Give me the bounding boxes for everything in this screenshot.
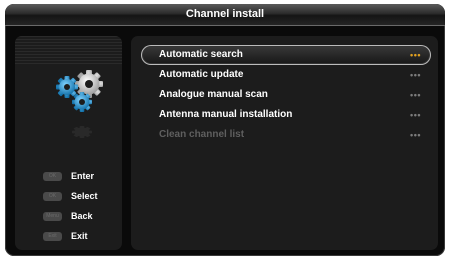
more-icon: ••• bbox=[410, 70, 421, 80]
gears-icon bbox=[56, 70, 103, 138]
menu-item-label: Analogue manual scan bbox=[159, 89, 268, 100]
menu-item-clean-channel-list: Clean channel list ••• bbox=[141, 125, 431, 145]
ok-key-icon: OK bbox=[43, 171, 62, 181]
legend-label: Back bbox=[71, 211, 93, 221]
ok-key-icon: OK bbox=[43, 191, 62, 201]
menu-item-label: Clean channel list bbox=[159, 129, 245, 140]
key-legend: OK Enter OK Select Menu Back Exit Exit bbox=[43, 166, 98, 246]
channel-install-menu: Automatic search ••• Automatic update ••… bbox=[141, 45, 431, 145]
menu-key-icon: Menu bbox=[43, 211, 62, 221]
channel-install-window: Channel install OK Enter OK Select Menu … bbox=[5, 4, 445, 256]
legend-row-exit: Exit Exit bbox=[43, 226, 98, 246]
legend-row-back: Menu Back bbox=[43, 206, 98, 226]
menu-item-label: Antenna manual installation bbox=[159, 109, 293, 120]
legend-row-enter: OK Enter bbox=[43, 166, 98, 186]
menu-item-label: Automatic update bbox=[159, 69, 244, 80]
window-title: Channel install bbox=[5, 4, 445, 26]
more-icon: ••• bbox=[410, 50, 421, 60]
legend-label: Select bbox=[71, 191, 98, 201]
legend-label: Enter bbox=[71, 171, 95, 181]
exit-key-icon: Exit bbox=[43, 231, 62, 241]
more-icon: ••• bbox=[410, 130, 421, 140]
menu-panel: Automatic search ••• Automatic update ••… bbox=[131, 36, 438, 250]
menu-item-analogue-manual-scan[interactable]: Analogue manual scan ••• bbox=[141, 85, 431, 105]
legend-row-select: OK Select bbox=[43, 186, 98, 206]
menu-item-antenna-manual-installation[interactable]: Antenna manual installation ••• bbox=[141, 105, 431, 125]
legend-label: Exit bbox=[71, 231, 88, 241]
menu-item-label: Automatic search bbox=[159, 49, 243, 60]
menu-item-automatic-update[interactable]: Automatic update ••• bbox=[141, 65, 431, 85]
more-icon: ••• bbox=[410, 110, 421, 120]
menu-item-automatic-search[interactable]: Automatic search ••• bbox=[141, 45, 431, 65]
panel-stripes bbox=[15, 36, 122, 64]
info-panel: OK Enter OK Select Menu Back Exit Exit bbox=[15, 36, 122, 250]
more-icon: ••• bbox=[410, 90, 421, 100]
